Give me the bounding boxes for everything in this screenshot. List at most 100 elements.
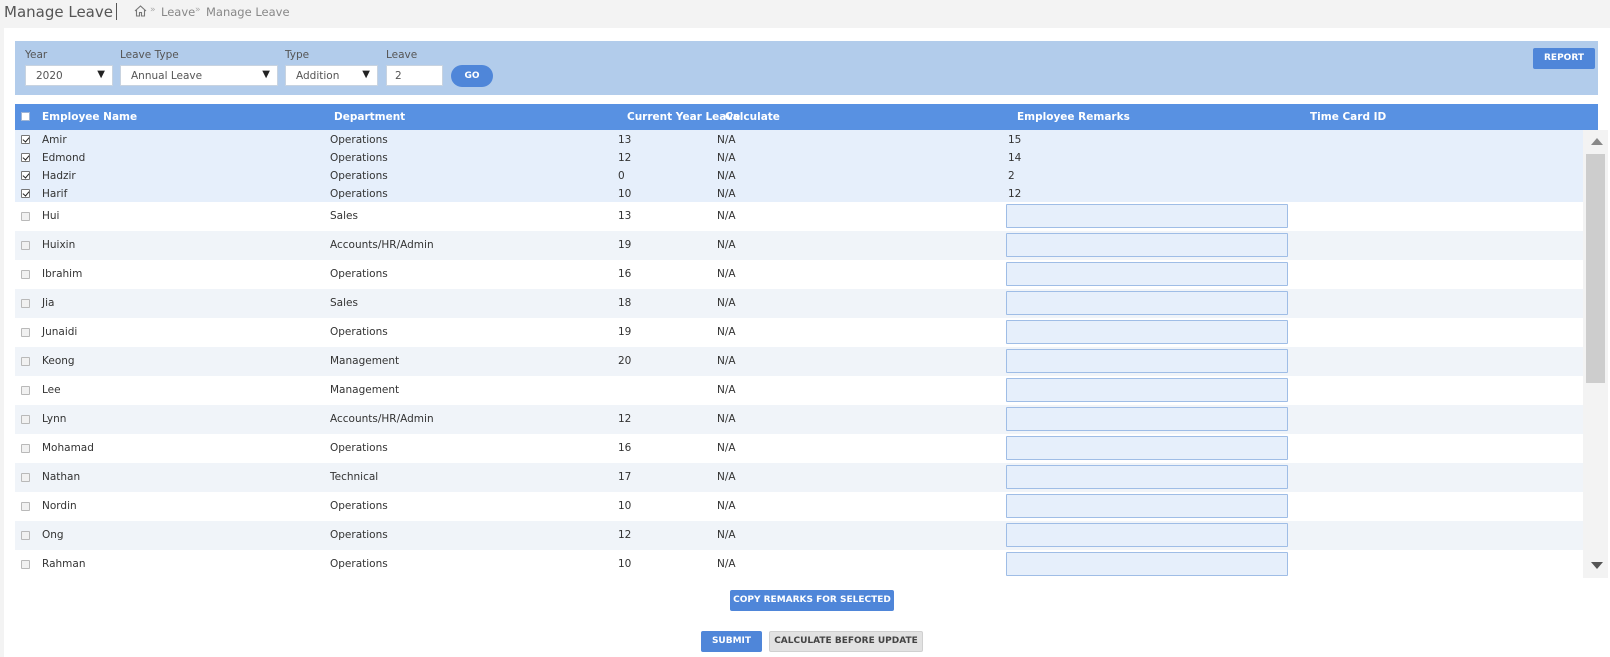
calculate-cell: N/A xyxy=(717,413,736,425)
scroll-thumb[interactable] xyxy=(1586,154,1605,383)
table-row[interactable]: Jia Sales 18 N/A xyxy=(15,289,1583,318)
home-icon[interactable] xyxy=(134,5,147,17)
table-row[interactable]: Lee Management N/A xyxy=(15,376,1583,405)
leave-type-select[interactable]: Annual Leave ▼ xyxy=(120,65,278,86)
calculate-cell: N/A xyxy=(717,442,736,454)
current-year-leave-cell: 10 xyxy=(618,188,632,200)
select-all-checkbox[interactable] xyxy=(21,112,30,121)
department-cell: Sales xyxy=(330,297,358,309)
employee-remarks-input[interactable] xyxy=(1006,378,1288,402)
employee-remarks-input[interactable] xyxy=(1006,349,1288,373)
go-button[interactable]: GO xyxy=(451,65,493,87)
dropdown-arrow-icon: ▼ xyxy=(362,69,370,80)
scroll-down-arrow-icon[interactable] xyxy=(1591,562,1603,569)
type-select[interactable]: Addition ▼ xyxy=(285,65,378,86)
department-cell: Operations xyxy=(330,134,388,146)
table-row[interactable]: Nordin Operations 10 N/A xyxy=(15,492,1583,521)
row-checkbox[interactable] xyxy=(21,299,30,308)
current-year-leave-cell: 0 xyxy=(618,170,625,182)
year-label: Year xyxy=(25,49,48,61)
employee-remarks-input[interactable] xyxy=(1006,552,1288,576)
table-row[interactable]: Amir Operations 13 N/A 15 xyxy=(15,130,1583,148)
calculate-before-update-button[interactable]: CALCULATE BEFORE UPDATE xyxy=(769,631,923,652)
row-checkbox[interactable] xyxy=(21,531,30,540)
department-cell: Management xyxy=(330,384,400,396)
employee-remarks-cell: 12 xyxy=(1008,188,1022,200)
employee-name-cell: Hadzir xyxy=(42,170,76,182)
employee-remarks-input[interactable] xyxy=(1006,233,1288,257)
employee-name-cell: Keong xyxy=(42,355,75,367)
row-checkbox[interactable] xyxy=(21,135,30,144)
table-row[interactable]: Mohamad Operations 16 N/A xyxy=(15,434,1583,463)
breadcrumb-separator: » xyxy=(195,5,201,15)
type-value: Addition xyxy=(296,70,340,82)
table-row[interactable]: Rahman Operations 10 N/A xyxy=(15,550,1583,578)
calculate-cell: N/A xyxy=(717,500,736,512)
employee-remarks-input[interactable] xyxy=(1006,436,1288,460)
table-row[interactable]: Keong Management 20 N/A xyxy=(15,347,1583,376)
table-row[interactable]: Lynn Accounts/HR/Admin 12 N/A xyxy=(15,405,1583,434)
table-row[interactable]: Harif Operations 10 N/A 12 xyxy=(15,184,1583,202)
current-year-leave-cell: 10 xyxy=(618,500,632,512)
employee-name-cell: Mohamad xyxy=(42,442,94,454)
row-checkbox[interactable] xyxy=(21,502,30,511)
year-value: 2020 xyxy=(36,70,63,82)
table-row[interactable]: Edmond Operations 12 N/A 14 xyxy=(15,148,1583,166)
breadcrumb-leave[interactable]: Leave xyxy=(161,5,195,19)
table-row[interactable]: Nathan Technical 17 N/A xyxy=(15,463,1583,492)
table-scrollbar[interactable] xyxy=(1583,130,1608,578)
table-row[interactable]: Hadzir Operations 0 N/A 2 xyxy=(15,166,1583,184)
row-checkbox[interactable] xyxy=(21,473,30,482)
row-checkbox[interactable] xyxy=(21,270,30,279)
column-header-current-year-leave[interactable]: Current Year Leave xyxy=(627,111,740,123)
copy-remarks-button[interactable]: COPY REMARKS FOR SELECTED xyxy=(730,590,894,611)
current-year-leave-cell: 16 xyxy=(618,268,632,280)
employee-name-cell: Ibrahim xyxy=(42,268,83,280)
calculate-cell: N/A xyxy=(717,239,736,251)
employee-remarks-cell: 14 xyxy=(1008,152,1022,164)
employee-remarks-input[interactable] xyxy=(1006,204,1288,228)
table-header: Employee Name Department Current Year Le… xyxy=(15,104,1598,130)
row-checkbox[interactable] xyxy=(21,560,30,569)
employee-remarks-input[interactable] xyxy=(1006,320,1288,344)
row-checkbox[interactable] xyxy=(21,153,30,162)
calculate-cell: N/A xyxy=(717,170,736,182)
row-checkbox[interactable] xyxy=(21,189,30,198)
column-header-employee-remarks[interactable]: Employee Remarks xyxy=(1017,111,1130,123)
current-year-leave-cell: 10 xyxy=(618,558,632,570)
year-select[interactable]: 2020 ▼ xyxy=(25,65,113,86)
employee-remarks-input[interactable] xyxy=(1006,465,1288,489)
calculate-cell: N/A xyxy=(717,558,736,570)
department-cell: Accounts/HR/Admin xyxy=(330,413,434,425)
column-header-calculate[interactable]: Calculate xyxy=(725,111,780,123)
row-checkbox[interactable] xyxy=(21,444,30,453)
calculate-cell: N/A xyxy=(717,326,736,338)
table-row[interactable]: Junaidi Operations 19 N/A xyxy=(15,318,1583,347)
report-button[interactable]: REPORT xyxy=(1533,48,1595,69)
table-row[interactable]: Ibrahim Operations 16 N/A xyxy=(15,260,1583,289)
row-checkbox[interactable] xyxy=(21,415,30,424)
row-checkbox[interactable] xyxy=(21,171,30,180)
submit-button[interactable]: SUBMIT xyxy=(701,631,762,652)
table-row[interactable]: Huixin Accounts/HR/Admin 19 N/A xyxy=(15,231,1583,260)
employee-remarks-input[interactable] xyxy=(1006,407,1288,431)
leave-type-value: Annual Leave xyxy=(131,70,203,82)
table-row[interactable]: Hui Sales 13 N/A xyxy=(15,202,1583,231)
row-checkbox[interactable] xyxy=(21,357,30,366)
leave-amount-input[interactable]: 2 xyxy=(386,65,443,86)
row-checkbox[interactable] xyxy=(21,386,30,395)
row-checkbox[interactable] xyxy=(21,212,30,221)
employee-remarks-input[interactable] xyxy=(1006,291,1288,315)
row-checkbox[interactable] xyxy=(21,328,30,337)
table-row[interactable]: Ong Operations 12 N/A xyxy=(15,521,1583,550)
employee-remarks-input[interactable] xyxy=(1006,262,1288,286)
column-header-time-card-id[interactable]: Time Card ID xyxy=(1310,111,1386,123)
current-year-leave-cell: 20 xyxy=(618,355,632,367)
column-header-department[interactable]: Department xyxy=(334,111,405,123)
current-year-leave-cell: 19 xyxy=(618,326,632,338)
row-checkbox[interactable] xyxy=(21,241,30,250)
column-header-employee-name[interactable]: Employee Name xyxy=(42,111,137,123)
employee-remarks-input[interactable] xyxy=(1006,494,1288,518)
employee-remarks-input[interactable] xyxy=(1006,523,1288,547)
scroll-up-arrow-icon[interactable] xyxy=(1591,138,1603,145)
